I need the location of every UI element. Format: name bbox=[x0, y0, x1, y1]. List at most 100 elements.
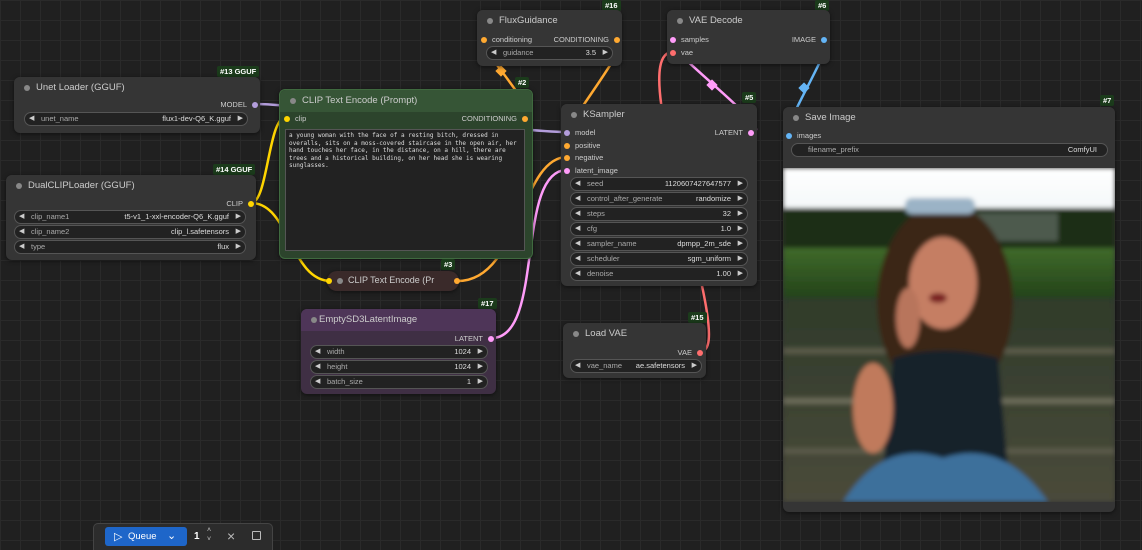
input-samples: samples bbox=[670, 35, 709, 44]
arrow-left-icon: ◀ bbox=[575, 210, 581, 217]
widget-vae-name[interactable]: ◀ vae_name ae.safetensors ▶ bbox=[570, 359, 702, 373]
output-conditioning: CONDITIONING bbox=[554, 35, 620, 44]
node-id-badge: #13 GGUF bbox=[217, 66, 260, 77]
widget-clip-name2[interactable]: ◀ clip_name2 clip_l.safetensors ▶ bbox=[14, 225, 246, 239]
widget-guidance[interactable]: ◀ guidance 3.5 ▶ bbox=[486, 46, 613, 60]
arrow-left-icon: ◀ bbox=[19, 228, 25, 235]
arrow-left-icon: ◀ bbox=[575, 255, 581, 262]
widget-control-after-generate[interactable]: ◀ control_after_generate randomize ▶ bbox=[570, 192, 748, 206]
node-empty-sd3-latent-image[interactable]: EmptySD3LatentImage LATENT ◀ width 1024 ▶ ◀… bbox=[301, 309, 496, 394]
widget-cfg[interactable]: ◀ cfg 1.0 ▶ bbox=[570, 222, 748, 236]
output-image-preview[interactable] bbox=[783, 168, 1115, 502]
widget-batch-size[interactable]: ◀ batch_size 1 ▶ bbox=[310, 375, 488, 389]
node-title: Save Image bbox=[805, 112, 856, 123]
queue-count[interactable]: 1 bbox=[194, 531, 200, 542]
node-title: Unet Loader (GGUF) bbox=[36, 82, 125, 93]
node-title: Load VAE bbox=[585, 328, 628, 339]
node-title: FluxGuidance bbox=[499, 15, 558, 26]
node-title: EmptySD3LatentImage bbox=[319, 314, 418, 325]
arrow-left-icon: ◀ bbox=[315, 378, 321, 385]
input-clip-port[interactable] bbox=[326, 278, 332, 284]
arrow-right-icon: ▶ bbox=[235, 228, 241, 235]
node-clip-text-encode-collapsed[interactable]: CLIP Text Encode (Pr bbox=[326, 271, 460, 291]
arrow-left-icon: ◀ bbox=[575, 195, 581, 202]
collapse-dot-icon[interactable] bbox=[337, 278, 343, 284]
output-latent: LATENT bbox=[715, 128, 754, 137]
node-unet-loader[interactable]: Unet Loader (GGUF) MODEL ◀ unet_name flux1… bbox=[14, 77, 260, 133]
prompt-textarea[interactable]: a young woman with the face of a resting… bbox=[285, 129, 525, 251]
play-icon: ▷ bbox=[114, 531, 123, 543]
arrow-right-icon: ▶ bbox=[477, 363, 483, 370]
square-icon[interactable] bbox=[252, 531, 261, 540]
node-title: DualCLIPLoader (GGUF) bbox=[28, 180, 135, 191]
collapse-dot-icon[interactable] bbox=[793, 115, 799, 121]
widget-height[interactable]: ◀ height 1024 ▶ bbox=[310, 360, 488, 374]
input-model: model bbox=[564, 128, 595, 137]
output-conditioning-port[interactable] bbox=[454, 278, 460, 284]
input-clip: clip bbox=[284, 114, 306, 123]
input-images: images bbox=[786, 131, 821, 140]
chevron-down-icon[interactable]: ⌄ bbox=[167, 529, 176, 542]
node-id-badge: #7 bbox=[1100, 95, 1115, 106]
arrow-left-icon: ◀ bbox=[575, 225, 581, 232]
node-save-image[interactable]: Save Image images filename_prefix ComfyUI bbox=[783, 107, 1115, 512]
collapse-dot-icon[interactable] bbox=[677, 18, 683, 24]
node-id-badge: #14 GGUF bbox=[213, 164, 256, 175]
collapse-dot-icon[interactable] bbox=[16, 183, 22, 189]
arrow-left-icon: ◀ bbox=[19, 213, 25, 220]
arrow-right-icon: ▶ bbox=[237, 115, 243, 122]
arrow-left-icon: ◀ bbox=[315, 348, 321, 355]
queue-button[interactable]: ▷ Queue ⌄ bbox=[105, 527, 187, 546]
widget-unet-name[interactable]: ◀ unet_name flux1-dev-Q6_K.gguf ▶ bbox=[24, 112, 248, 126]
arrow-right-icon: ▶ bbox=[602, 49, 608, 56]
collapse-dot-icon[interactable] bbox=[24, 85, 30, 91]
collapse-dot-icon[interactable] bbox=[487, 18, 493, 24]
arrow-left-icon: ◀ bbox=[575, 362, 581, 369]
node-title: CLIP Text Encode (Pr bbox=[348, 275, 435, 285]
arrow-left-icon: ◀ bbox=[29, 115, 35, 122]
input-vae: vae bbox=[670, 48, 693, 57]
increment-icon[interactable]: ˄ bbox=[207, 527, 211, 534]
node-id-badge: #15 bbox=[688, 312, 707, 323]
collapse-dot-icon[interactable] bbox=[290, 98, 296, 104]
collapse-dot-icon[interactable] bbox=[311, 317, 317, 323]
arrow-right-icon: ▶ bbox=[691, 362, 697, 369]
arrow-right-icon: ▶ bbox=[235, 243, 241, 250]
widget-steps[interactable]: ◀ steps 32 ▶ bbox=[570, 207, 748, 221]
decrement-icon[interactable]: ˅ bbox=[207, 536, 211, 543]
node-id-badge: #2 bbox=[515, 77, 530, 88]
queue-label: Queue bbox=[128, 531, 157, 542]
widget-seed[interactable]: ◀ seed 1120607427647577 ▶ bbox=[570, 177, 748, 191]
node-clip-text-encode-prompt[interactable]: CLIP Text Encode (Prompt) clip CONDITION… bbox=[279, 89, 533, 259]
node-title: CLIP Text Encode (Prompt) bbox=[302, 95, 418, 106]
node-dualclip-loader[interactable]: DualCLIPLoader (GGUF) CLIP ◀ clip_name1 t5… bbox=[6, 175, 256, 260]
close-icon[interactable]: × bbox=[227, 528, 235, 544]
widget-denoise[interactable]: ◀ denoise 1.00 ▶ bbox=[570, 267, 748, 281]
node-title: KSampler bbox=[583, 109, 625, 120]
widget-sampler-name[interactable]: ◀ sampler_name dpmpp_2m_sde ▶ bbox=[570, 237, 748, 251]
widget-clip-name1[interactable]: ◀ clip_name1 t5-v1_1-xxl-encoder-Q6_K.gguf… bbox=[14, 210, 246, 224]
arrow-left-icon: ◀ bbox=[19, 243, 25, 250]
output-clip: CLIP bbox=[226, 199, 254, 208]
node-flux-guidance[interactable]: FluxGuidance conditioning CONDITIONING ◀… bbox=[477, 10, 622, 66]
input-positive: positive bbox=[564, 141, 600, 150]
node-load-vae[interactable]: Load VAE VAE ◀ vae_name ae.safetensors ▶ bbox=[563, 323, 706, 378]
node-vae-decode[interactable]: VAE Decode samples vae IMAGE bbox=[667, 10, 830, 64]
input-latent-image: latent_image bbox=[564, 166, 618, 175]
node-id-badge: #17 bbox=[478, 298, 497, 309]
widget-filename-prefix[interactable]: filename_prefix ComfyUI bbox=[791, 143, 1108, 157]
output-vae: VAE bbox=[678, 348, 703, 357]
collapse-dot-icon[interactable] bbox=[573, 331, 579, 337]
node-ksampler[interactable]: KSampler model positive negative latent_… bbox=[561, 104, 757, 286]
node-id-badge: #3 bbox=[441, 259, 456, 270]
arrow-left-icon: ◀ bbox=[575, 180, 581, 187]
arrow-right-icon: ▶ bbox=[737, 180, 743, 187]
arrow-right-icon: ▶ bbox=[737, 240, 743, 247]
arrow-right-icon: ▶ bbox=[477, 378, 483, 385]
node-title: VAE Decode bbox=[689, 15, 743, 26]
collapse-dot-icon[interactable] bbox=[571, 112, 577, 118]
output-image: IMAGE bbox=[792, 35, 827, 44]
widget-scheduler[interactable]: ◀ scheduler sgm_uniform ▶ bbox=[570, 252, 748, 266]
widget-width[interactable]: ◀ width 1024 ▶ bbox=[310, 345, 488, 359]
widget-type[interactable]: ◀ type flux ▶ bbox=[14, 240, 246, 254]
